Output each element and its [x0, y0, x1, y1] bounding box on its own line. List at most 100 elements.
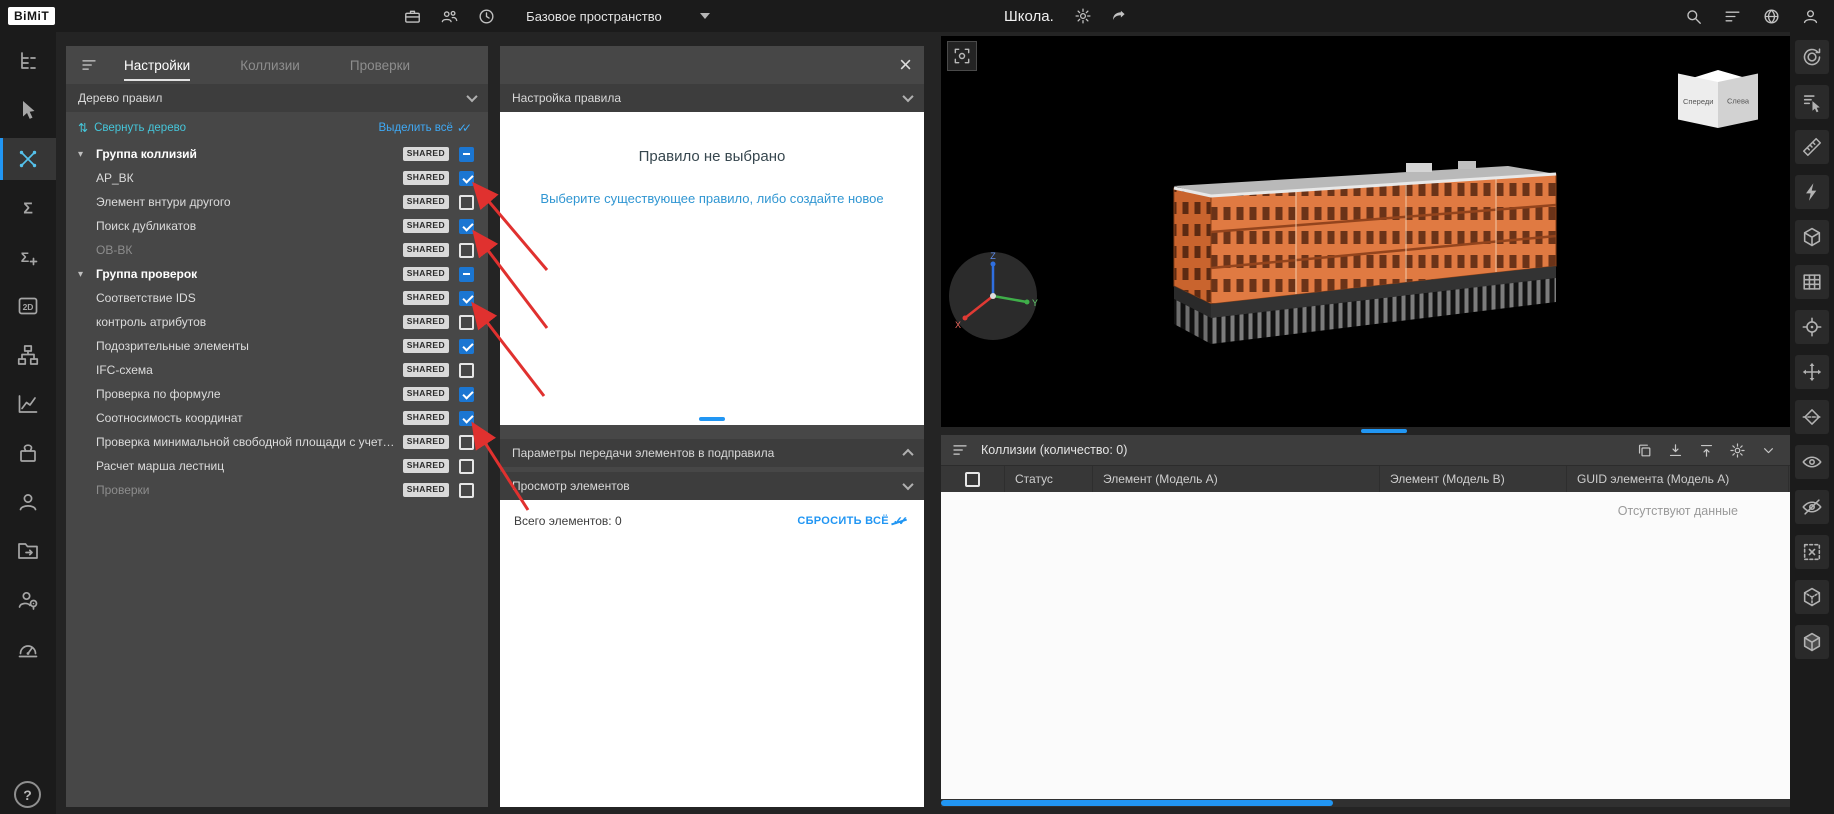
project-share-button[interactable] [1110, 7, 1128, 25]
elements-view-header[interactable]: Просмотр элементов [500, 472, 924, 500]
rule-checkbox-checked[interactable] [459, 219, 474, 234]
view-tool-ruler-button[interactable] [1795, 130, 1829, 164]
tab-checks[interactable]: Проверки [350, 49, 410, 81]
collisions-gear-button[interactable] [1725, 438, 1749, 462]
tool-plugins-button[interactable] [0, 432, 56, 474]
rule-checkbox-checked[interactable] [459, 291, 474, 306]
collision-column-header: Элемент (Модель В) [1380, 466, 1567, 492]
rule-tree-row[interactable]: Соотносимость координатSHARED [66, 406, 488, 430]
topbar-globe-button[interactable] [1762, 7, 1781, 26]
rule-tree-row[interactable]: IFC-схемаSHARED [66, 358, 488, 382]
view-tool-grid-table-button[interactable] [1795, 265, 1829, 299]
rule-tree-row[interactable]: Соответствие IDSSHARED [66, 286, 488, 310]
select-all-link[interactable]: Выделить всё ✓✓ [379, 121, 474, 135]
rule-checkbox-checked[interactable] [459, 339, 474, 354]
help-button[interactable]: ? [14, 781, 41, 808]
view-tool-eye-off-button[interactable] [1795, 490, 1829, 524]
rule-checkbox-checked[interactable] [459, 411, 474, 426]
collisions-arrow-up-line-button[interactable] [1694, 438, 1718, 462]
rule-checkbox-unchecked[interactable] [459, 363, 474, 378]
rule-tree-row[interactable]: Расчет марша лестницSHARED [66, 454, 488, 478]
topbar-briefcase-button[interactable] [403, 7, 422, 26]
view-tool-pan-button[interactable] [1795, 355, 1829, 389]
view-tool-cube-ghost-button[interactable] [1795, 625, 1829, 659]
view-tool-section-plane-button[interactable] [1795, 400, 1829, 434]
tool-view-2d-button[interactable] [0, 285, 56, 327]
rule-tree-row[interactable]: Проверка минимальной свободной площади с… [66, 430, 488, 454]
rule-tree-row[interactable]: ПроверкиSHARED [66, 478, 488, 502]
tool-sum-plus-button[interactable] [0, 236, 56, 278]
view-tool-section-box-button[interactable] [1795, 220, 1829, 254]
collisions-copy-button[interactable] [1632, 438, 1656, 462]
nav-cube-left-face[interactable]: Спереди [1678, 73, 1718, 128]
view-tool-cube-transparent-button[interactable] [1795, 580, 1829, 614]
tool-folder-share-button[interactable] [0, 530, 56, 572]
tree-collapse-icon[interactable]: ▾ [78, 269, 96, 280]
rule-tree-row[interactable]: Элемент внтури другогоSHARED [66, 190, 488, 214]
rule-settings-header[interactable]: Настройка правила [500, 84, 924, 112]
nav-cube-right-face[interactable]: Слева [1718, 73, 1758, 128]
rule-tree-row[interactable]: ▾Группа проверокSHARED [66, 262, 488, 286]
tree-collapse-icon[interactable]: ▾ [78, 149, 96, 160]
rule-checkbox-unchecked[interactable] [459, 459, 474, 474]
tool-select-cursor-button[interactable] [0, 89, 56, 131]
view-tool-focus-target-button[interactable] [1795, 310, 1829, 344]
rule-checkbox-indeterminate[interactable] [459, 147, 474, 162]
frame-capture-button[interactable] [947, 41, 977, 71]
tool-hierarchy-button[interactable] [0, 334, 56, 376]
collapse-tree-link[interactable]: ⇅ Свернуть дерево [78, 121, 186, 135]
viewport-scrollbar[interactable] [941, 429, 1790, 433]
close-icon[interactable]: × [899, 54, 912, 76]
tool-chart-button[interactable] [0, 383, 56, 425]
rule-tree-row[interactable]: АР_ВКSHARED [66, 166, 488, 190]
tool-user-pin-button[interactable] [0, 579, 56, 621]
rule-tree-row[interactable]: Поиск дубликатовSHARED [66, 214, 488, 238]
topbar-menu-button[interactable] [1723, 7, 1742, 26]
tool-sum-button[interactable] [0, 187, 56, 229]
collisions-arrow-down-line-button[interactable] [1663, 438, 1687, 462]
rule-tree-row[interactable]: Проверка по формулеSHARED [66, 382, 488, 406]
rule-tree-row[interactable]: Подозрительные элементыSHARED [66, 334, 488, 358]
tool-collision-check-button[interactable] [0, 138, 56, 180]
select-all-checkbox[interactable] [965, 472, 980, 487]
tab-settings[interactable]: Настройки [124, 49, 190, 81]
rule-checkbox-unchecked[interactable] [459, 243, 474, 258]
view-tool-select-layers-button[interactable] [1795, 85, 1829, 119]
reset-all-button[interactable]: СБРОСИТЬ ВСЁ ✓✓ [797, 514, 910, 528]
scrollbar-thumb[interactable] [699, 417, 725, 421]
rule-checkbox-checked[interactable] [459, 387, 474, 402]
view-tool-deselect-button[interactable] [1795, 535, 1829, 569]
workspace-selector[interactable]: Базовое пространство [526, 9, 710, 24]
rule-checkbox-unchecked[interactable] [459, 435, 474, 450]
topbar-search-button[interactable] [1684, 7, 1703, 26]
collisions-scrollbar[interactable] [941, 799, 1790, 807]
panel-menu-icon[interactable] [80, 56, 98, 74]
rules-tree-header[interactable]: Дерево правил [66, 84, 488, 112]
viewport-3d[interactable]: Спереди Слева Z X Y [941, 36, 1790, 427]
rule-checkbox-unchecked[interactable] [459, 315, 474, 330]
collisions-chevron-down-button[interactable] [1756, 438, 1780, 462]
axis-gizmo[interactable]: Z X Y [945, 248, 1041, 344]
tool-gauge-button[interactable] [0, 628, 56, 670]
tool-user-button[interactable] [0, 481, 56, 523]
tab-collisions[interactable]: Коллизии [240, 49, 300, 81]
transfer-params-header[interactable]: Параметры передачи элементов в подправил… [500, 439, 924, 467]
view-tool-bolt-button[interactable] [1795, 175, 1829, 209]
view-tool-eye-button[interactable] [1795, 445, 1829, 479]
rule-tree-row[interactable]: ▾Группа коллизийSHARED [66, 142, 488, 166]
rule-checkbox-unchecked[interactable] [459, 483, 474, 498]
rule-checkbox-indeterminate[interactable] [459, 267, 474, 282]
topbar-team-button[interactable] [440, 7, 459, 26]
view-tool-orbit-button[interactable] [1795, 40, 1829, 74]
rule-tree-row[interactable]: контроль атрибутовSHARED [66, 310, 488, 334]
nav-cube[interactable]: Спереди Слева [1672, 74, 1764, 142]
rule-tree-row[interactable]: ОВ-ВКSHARED [66, 238, 488, 262]
topbar-user-button[interactable] [1801, 7, 1820, 26]
panel-menu-icon[interactable] [951, 441, 969, 459]
topbar-history-button[interactable] [477, 7, 496, 26]
rule-checkbox-unchecked[interactable] [459, 195, 474, 210]
rule-checkbox-checked[interactable] [459, 171, 474, 186]
collisions-scrollbar-thumb[interactable] [941, 800, 1333, 806]
project-gear-button[interactable] [1074, 7, 1092, 25]
tool-model-tree-button[interactable] [0, 40, 56, 82]
